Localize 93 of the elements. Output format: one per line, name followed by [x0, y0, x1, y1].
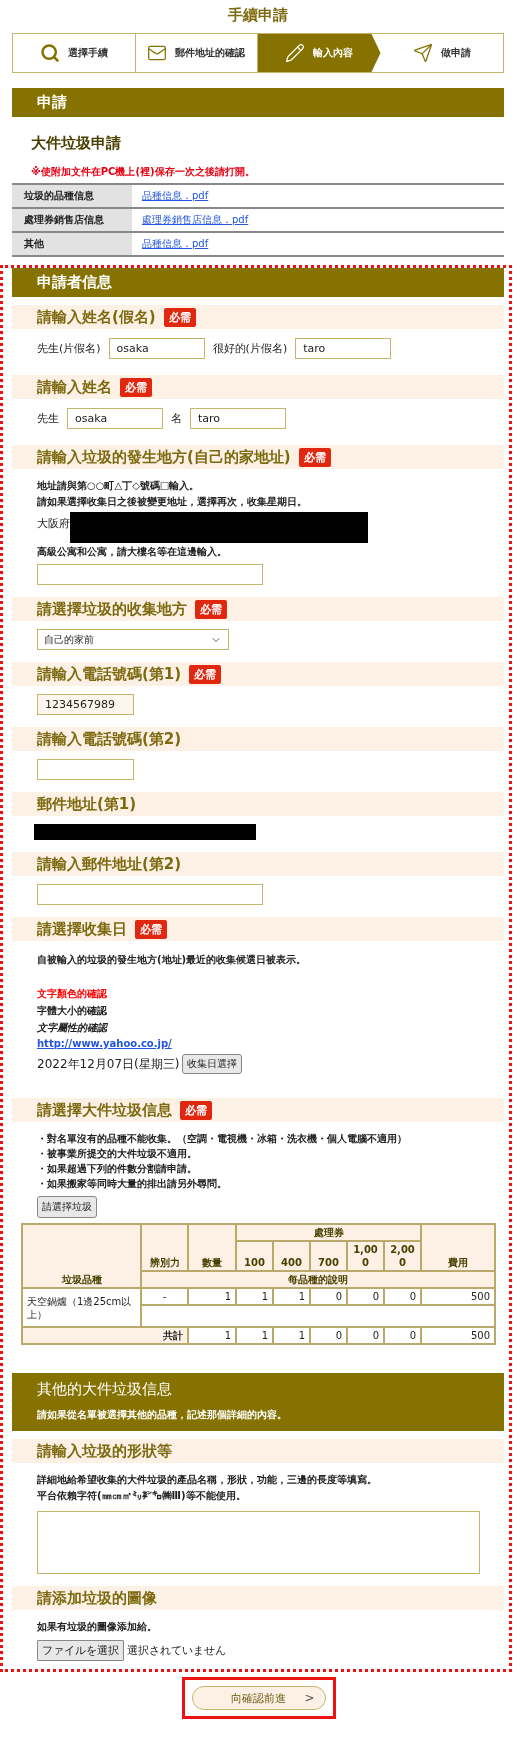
section-title: 請選擇垃圾的收集地方	[37, 599, 187, 619]
section-bar-title: 其他的大件垃圾信息	[37, 1380, 173, 1399]
required-badge: 必需	[180, 1100, 212, 1120]
field-label: 名	[171, 411, 182, 426]
table-header: 處理券	[236, 1224, 421, 1241]
hint-text: 詳細地給希望收集的大件垃圾的產品名稱，形狀，功能，三邊的長度等填寫。	[37, 1473, 377, 1487]
section-title: 請添加垃圾的圖像	[37, 1588, 157, 1608]
table-cell: 500	[421, 1288, 495, 1305]
sample-text: 文字屬性的確認	[37, 1021, 107, 1035]
required-badge: 必需	[120, 377, 152, 397]
table-cell: 1	[273, 1288, 310, 1305]
table-cell: 0	[384, 1327, 421, 1344]
file-select-button[interactable]: ファイルを選択	[37, 1640, 124, 1661]
table-cell: 0	[310, 1327, 347, 1344]
table-cell: 0	[310, 1288, 347, 1305]
pencil-icon	[285, 43, 306, 63]
bullet-text: ・被事業所提交的大件垃圾不適用。	[37, 1147, 197, 1161]
table-cell: -	[141, 1288, 188, 1305]
section-title: 請輸入電話號碼(第1)	[37, 664, 182, 684]
section-title: 請輸入郵件地址(第2)	[37, 854, 182, 874]
table-header: 辨別力	[141, 1224, 188, 1271]
date-text: 2022年12月07日(星期三)	[37, 1055, 180, 1073]
hint-text: 平台依賴字符(㎜㎝㎡㍉㌢㌔㈱Ⅲ)等不能使用。	[37, 1489, 246, 1503]
section-title: 請選擇大件垃圾信息	[37, 1100, 172, 1120]
required-badge: 必需	[298, 447, 331, 467]
required-badge: 必需	[195, 599, 227, 619]
text-field[interactable]: taro	[295, 338, 392, 359]
table-cell: 500	[421, 1327, 495, 1344]
table-header: 數量	[188, 1224, 236, 1271]
table-cell: 1	[236, 1327, 273, 1344]
field-label: 先生	[37, 411, 59, 426]
document-link[interactable]: 品種信息．pdf	[142, 237, 209, 251]
table-cell: 1	[236, 1288, 273, 1305]
choose-item-button[interactable]: 請選擇垃圾	[37, 1196, 97, 1218]
confirm-button[interactable]: 向確認前進 >	[191, 1686, 326, 1710]
hint-text: 如果有垃圾的圖像添加給。	[37, 1620, 157, 1634]
required-badge: 必需	[135, 919, 167, 939]
table-cell: 0	[347, 1288, 384, 1305]
notice-text: ※使附加文件在PC機上(裡)保存一次之後請打開。	[30, 165, 256, 179]
section-title: 請輸入姓名(假名)	[37, 307, 156, 327]
section-title: 請選擇收集日	[37, 919, 127, 939]
table-header: 費用	[421, 1224, 495, 1271]
table-cell: 1	[188, 1327, 236, 1344]
section-title: 請輸入垃圾的形狀等	[37, 1441, 172, 1461]
prefecture-label: 大阪府	[37, 516, 70, 531]
hint-text: 地址請與第○○町△丁◇號碼□輸入。	[37, 479, 200, 493]
section-title: 郵件地址(第1)	[37, 794, 137, 814]
text-field[interactable]: osaka	[67, 408, 163, 429]
section-title: 請輸入姓名	[37, 377, 112, 397]
field-label: 很好的(片假名)	[212, 341, 288, 356]
paper-plane-icon	[412, 43, 433, 63]
section-title: 請輸入電話號碼(第2)	[37, 729, 182, 749]
document-label: 垃圾的品種信息	[12, 185, 132, 207]
phone-field[interactable]: 1234567989	[37, 694, 134, 715]
document-link[interactable]: 處理券銷售店信息．pdf	[142, 213, 249, 227]
text-area[interactable]	[37, 1511, 480, 1574]
section-bar-note: 請如果從名單被選擇其他的品種，記述那個詳細的內容。	[37, 1408, 288, 1422]
table-header: 垃圾品種	[22, 1224, 141, 1288]
form-title: 大件垃圾申請	[30, 133, 122, 153]
description-text: 自被輸入的垃圾的發生地方(地址)最近的收集候選日被表示。	[37, 953, 307, 967]
section-bar: 申請	[12, 88, 504, 117]
search-icon	[39, 43, 60, 63]
file-status: 選択されていません	[127, 1643, 226, 1658]
phone-field[interactable]	[37, 759, 134, 780]
page-title: 手續申請	[227, 5, 289, 26]
document-label: 其他	[12, 233, 132, 255]
section-bar: 申請者信息	[12, 268, 504, 297]
hint-text: 請如果選擇收集日之後被變更地址，選擇再次，收集星期日。	[37, 495, 307, 509]
document-label: 處理券銷售店信息	[12, 209, 132, 231]
select-field[interactable]: 自己的家前	[37, 629, 229, 650]
required-badge: 必需	[189, 664, 222, 684]
email-field[interactable]	[37, 884, 263, 905]
bullet-text: ・如果超過下列的件數分割請申請。	[37, 1162, 197, 1176]
sample-text: 字體大小的確認	[37, 1004, 107, 1018]
section-title: 請輸入垃圾的發生地方(自己的家地址)	[37, 447, 291, 467]
sample-text: 文字顏色的確認	[37, 987, 107, 1001]
step: 輸入內容	[258, 34, 381, 72]
table-cell: 0	[347, 1327, 384, 1344]
field-label: 先生(片假名)	[37, 341, 101, 356]
bullet-text: ・對名單沒有的品種不能收集。（空調・電視機・冰箱・洗衣機・個人電腦不適用）	[37, 1132, 407, 1146]
document-link[interactable]: 品種信息．pdf	[142, 189, 209, 203]
text-field[interactable]: taro	[190, 408, 286, 429]
envelope-icon	[147, 43, 168, 63]
required-badge: 必需	[163, 307, 196, 327]
date-select-button[interactable]: 收集日選擇	[182, 1054, 243, 1074]
table-cell: 1	[188, 1288, 236, 1305]
hint-text: 高級公寓和公寓，請大樓名等在這邊輸入。	[37, 545, 227, 559]
table-cell: 1	[273, 1327, 310, 1344]
table-cell: 0	[384, 1288, 421, 1305]
link[interactable]: http://www.yahoo.co.jp/	[37, 1038, 172, 1049]
bullet-text: ・如果搬家等同時大量的排出請另外尋問。	[37, 1177, 227, 1191]
address-field[interactable]	[37, 564, 263, 585]
text-field[interactable]: osaka	[108, 338, 205, 359]
